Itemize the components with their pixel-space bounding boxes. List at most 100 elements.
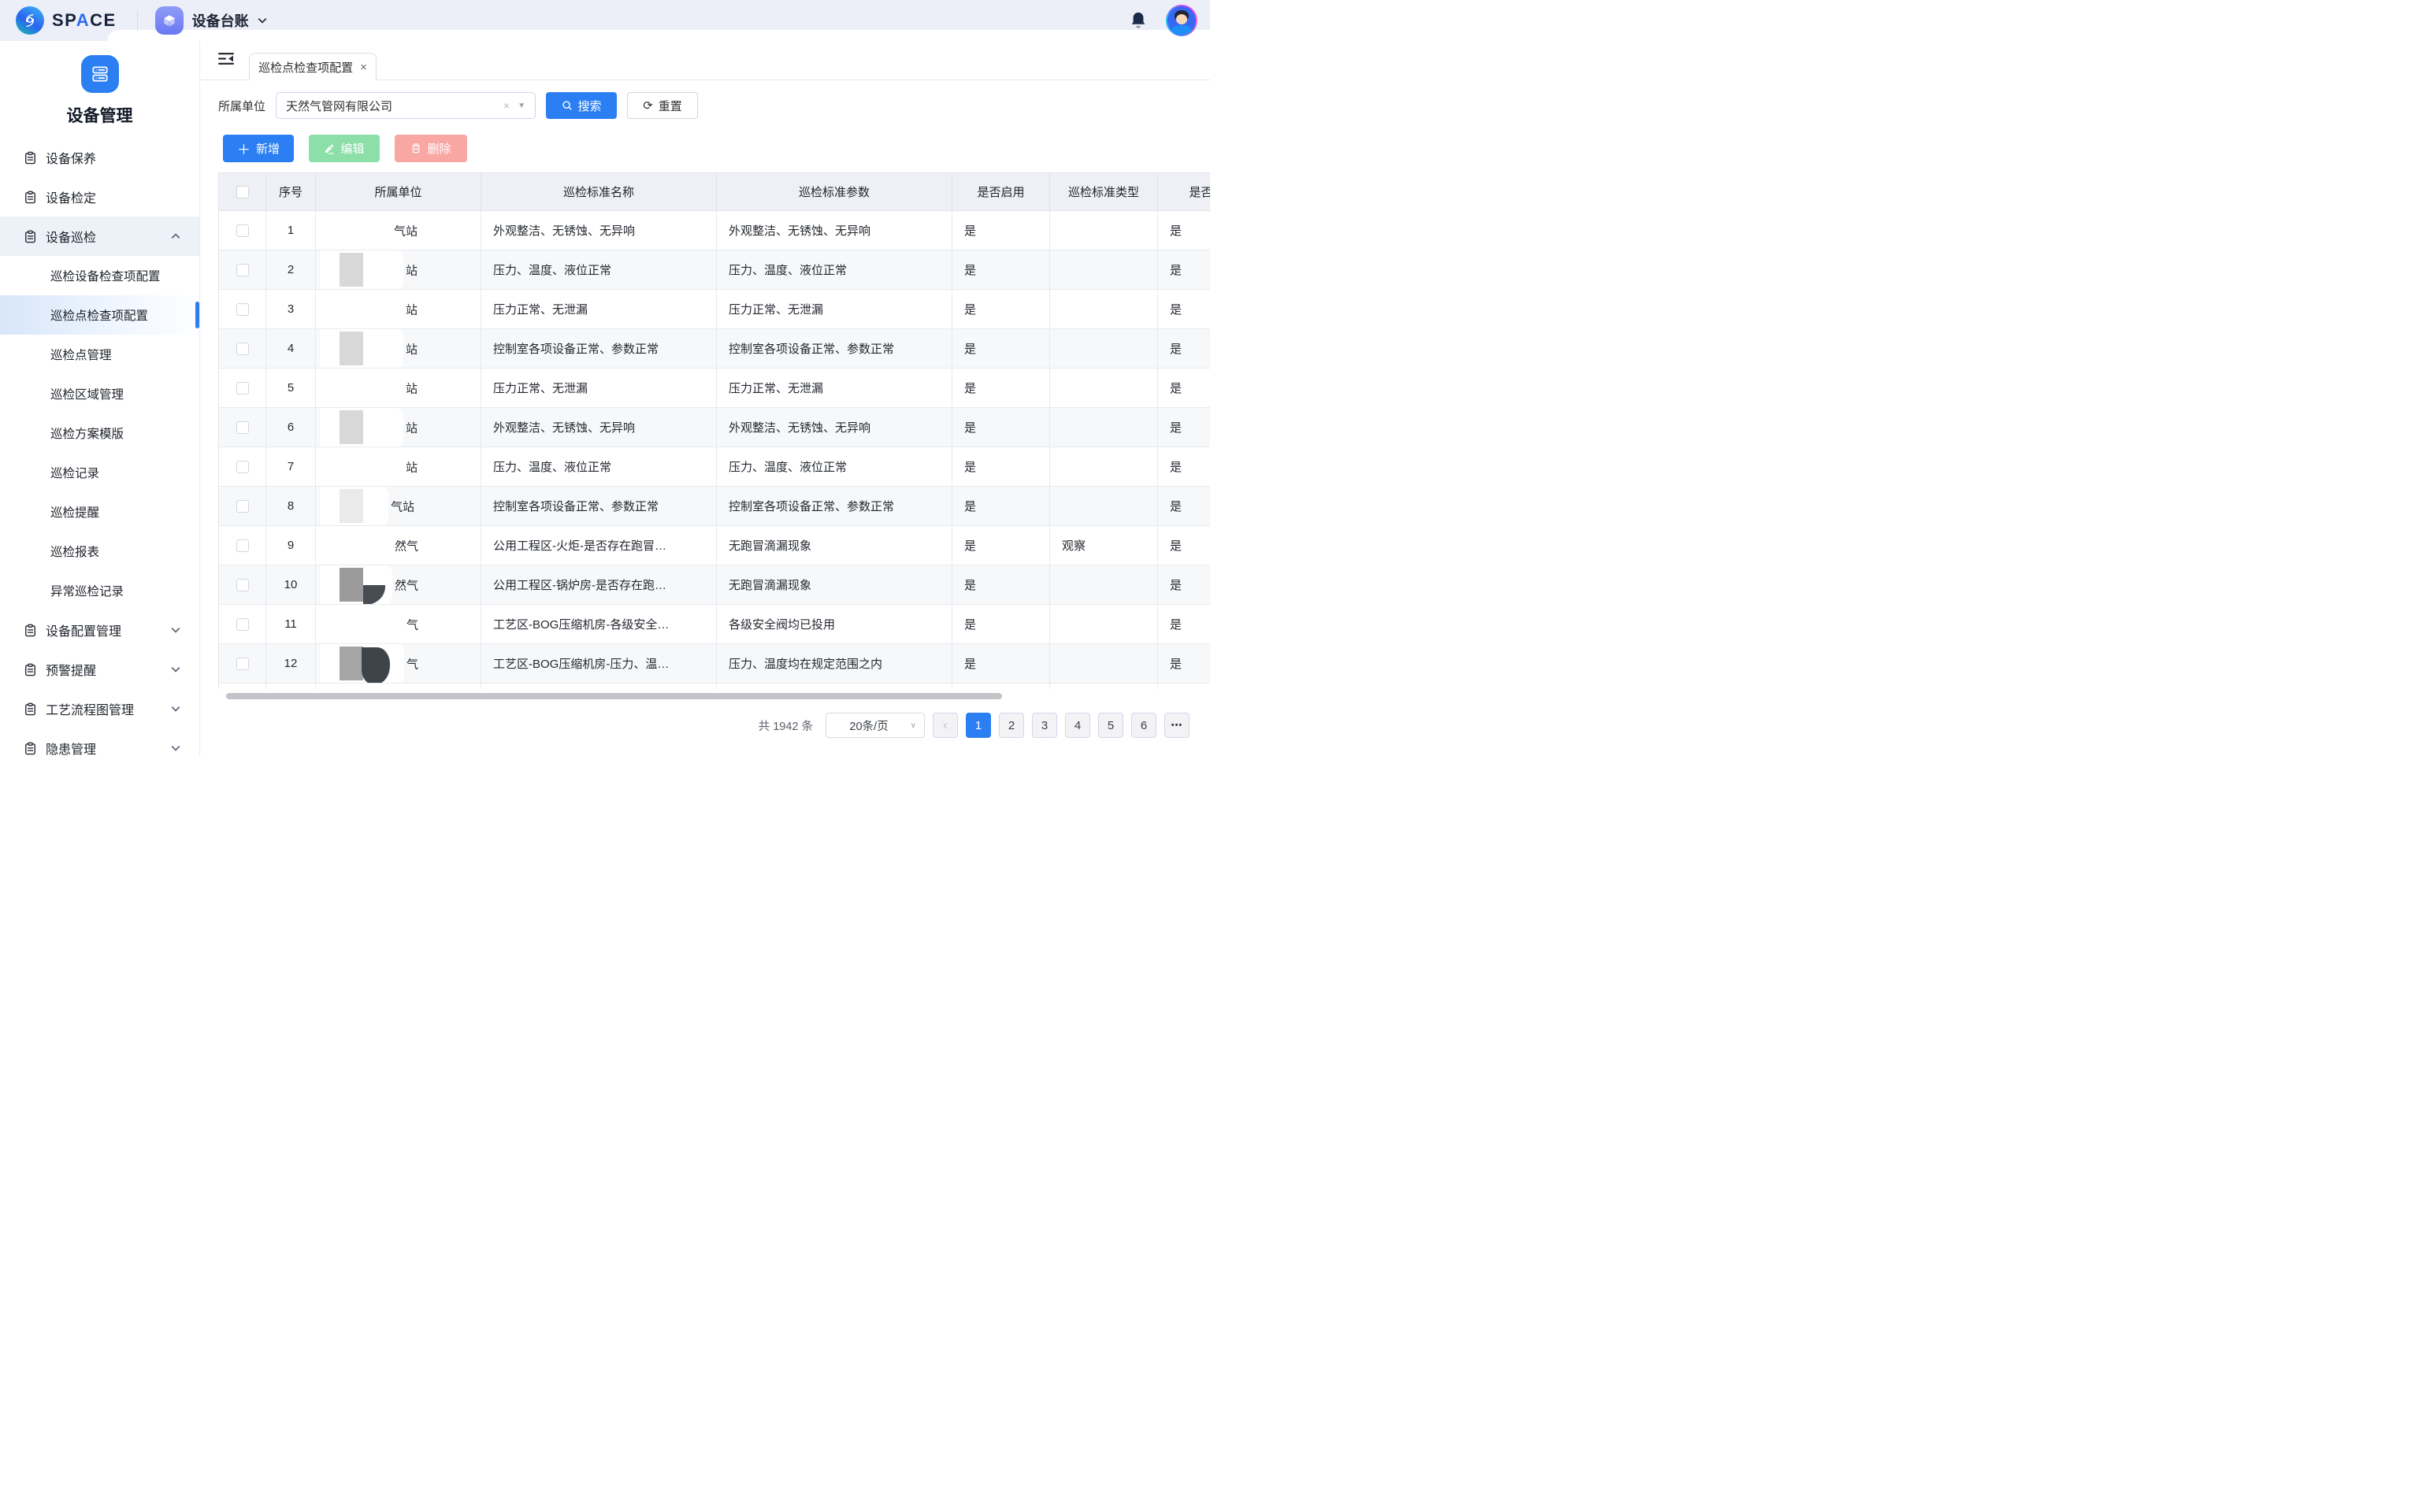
unit-text: 气 xyxy=(406,655,418,672)
search-button[interactable]: 搜索 xyxy=(546,92,617,119)
clipboard-icon xyxy=(24,191,37,204)
unit-filter-label: 所属单位 xyxy=(218,98,265,114)
cell-enabled: 是 xyxy=(952,329,1050,369)
clipboard-icon xyxy=(24,742,37,755)
cell-unit: 气站 xyxy=(316,211,481,250)
sidebar-item-工艺流程图管理[interactable]: 工艺流程图管理 xyxy=(0,689,199,728)
row-checkbox-cell xyxy=(219,408,266,447)
column-header: 序号 xyxy=(266,173,316,211)
cell-standard-param: 无跑冒滴漏现象 xyxy=(717,526,952,565)
row-checkbox[interactable] xyxy=(236,500,249,513)
sidebar-subitem-巡检设备检查项配置[interactable]: 巡检设备检查项配置 xyxy=(0,256,199,295)
tab-inspection-point-config[interactable]: 巡检点检查项配置 × xyxy=(249,53,377,80)
row-checkbox[interactable] xyxy=(236,224,249,237)
sidebar-subitem-巡检点管理[interactable]: 巡检点管理 xyxy=(0,335,199,374)
row-checkbox-cell xyxy=(219,487,266,526)
more-pages-button[interactable]: ••• xyxy=(1164,713,1190,738)
sidebar-item-label: 设备保养 xyxy=(46,148,96,167)
edit-button[interactable]: 编辑 xyxy=(309,135,380,162)
sidebar-item-设备保养[interactable]: 设备保养 xyxy=(0,138,199,177)
row-checkbox[interactable] xyxy=(236,303,249,316)
cell-standard-type: 观察 xyxy=(1050,526,1158,565)
sidebar-subitem-巡检方案模版[interactable]: 巡检方案模版 xyxy=(0,413,199,453)
cell-standard-param: 控制室各项设备正常、参数正常 xyxy=(717,487,952,526)
add-button[interactable]: ＋ 新增 xyxy=(223,135,294,162)
table-wrap: 序号所属单位巡检标准名称巡检标准参数是否启用巡检标准类型是否必填 1气站外观整洁… xyxy=(218,172,1210,700)
redaction-blob xyxy=(362,647,390,684)
select-caret-icon[interactable]: ▼ xyxy=(518,102,525,110)
delete-button[interactable]: 删除 xyxy=(395,135,467,162)
brand-text: SPACE xyxy=(52,10,117,31)
row-checkbox[interactable] xyxy=(236,618,249,631)
sidebar-item-设备配置管理[interactable]: 设备配置管理 xyxy=(0,610,199,650)
row-checkbox[interactable] xyxy=(236,579,249,591)
chevron-down-icon xyxy=(258,17,267,24)
sidebar-item-设备巡检[interactable]: 设备巡检 xyxy=(0,217,199,256)
row-checkbox[interactable] xyxy=(236,264,249,276)
unit-select[interactable]: 天然气管网有限公司 × ▼ xyxy=(276,92,536,119)
table-body: 1气站外观整洁、无锈蚀、无异响外观整洁、无锈蚀、无异响是是2站压力、温度、液位正… xyxy=(219,211,1210,684)
tab-close-icon[interactable]: × xyxy=(360,61,367,74)
table-header-row: 序号所属单位巡检标准名称巡检标准参数是否启用巡检标准类型是否必填 xyxy=(219,173,1210,211)
page-buttons: 123456 xyxy=(966,713,1156,738)
prev-page-button[interactable]: ‹ xyxy=(933,713,958,738)
sidebar-subitem-巡检提醒[interactable]: 巡检提醒 xyxy=(0,492,199,532)
cell-standard-param: 外观整洁、无锈蚀、无异响 xyxy=(717,408,952,447)
cell-standard-name: 压力、温度、液位正常 xyxy=(481,447,717,487)
sidebar-item-设备检定[interactable]: 设备检定 xyxy=(0,177,199,217)
sidebar-subitem-巡检记录[interactable]: 巡检记录 xyxy=(0,453,199,492)
cell-required: 是 xyxy=(1158,408,1210,447)
page-button-3[interactable]: 3 xyxy=(1032,713,1057,738)
unit-text: 站 xyxy=(406,419,418,435)
cell-required: 是 xyxy=(1158,369,1210,408)
cell-unit: 站 xyxy=(316,408,481,447)
notifications-bell-icon[interactable] xyxy=(1130,11,1147,30)
page-size-select[interactable]: 20条/页 ∨ xyxy=(826,713,925,738)
sidebar-item-预警提醒[interactable]: 预警提醒 xyxy=(0,650,199,689)
sidebar-subitem-巡检点检查项配置[interactable]: 巡检点检查项配置 xyxy=(0,295,199,335)
horizontal-scrollbar-thumb[interactable] xyxy=(226,693,1002,699)
row-checkbox[interactable] xyxy=(236,539,249,552)
cell-no: 12 xyxy=(266,644,316,684)
cell-unit: 气 xyxy=(316,605,481,644)
app-name: 设备台账 xyxy=(192,10,249,31)
cell-unit: 站 xyxy=(316,369,481,408)
sidebar-item-label: 设备巡检 xyxy=(46,227,96,246)
page-button-1[interactable]: 1 xyxy=(966,713,991,738)
page-button-2[interactable]: 2 xyxy=(999,713,1024,738)
select-caret-icon: ∨ xyxy=(911,721,916,730)
cell-standard-param: 控制室各项设备正常、参数正常 xyxy=(717,329,952,369)
row-checkbox[interactable] xyxy=(236,461,249,473)
sidebar-collapse-icon[interactable] xyxy=(217,52,235,69)
app-switcher[interactable]: 设备台账 xyxy=(155,6,267,35)
row-checkbox-cell xyxy=(219,250,266,290)
sidebar-item-隐患管理[interactable]: 隐患管理 xyxy=(0,728,199,756)
sidebar-item-label: 巡检点检查项配置 xyxy=(50,306,148,324)
sidebar-subitem-巡检区域管理[interactable]: 巡检区域管理 xyxy=(0,374,199,413)
row-checkbox[interactable] xyxy=(236,382,249,395)
space-logo-icon xyxy=(16,6,44,35)
cell-enabled: 是 xyxy=(952,408,1050,447)
cell-standard-param: 压力、温度、液位正常 xyxy=(717,250,952,290)
page-button-6[interactable]: 6 xyxy=(1131,713,1156,738)
user-avatar[interactable] xyxy=(1166,5,1197,36)
cell-standard-type xyxy=(1050,211,1158,250)
sidebar-subitem-异常巡检记录[interactable]: 异常巡检记录 xyxy=(0,571,199,610)
pencil-icon xyxy=(324,143,335,154)
select-all-checkbox[interactable] xyxy=(236,186,249,198)
page-button-4[interactable]: 4 xyxy=(1065,713,1090,738)
topbar-divider xyxy=(137,10,138,31)
column-header: 巡检标准名称 xyxy=(481,173,717,211)
row-checkbox[interactable] xyxy=(236,658,249,670)
sidebar-brand: 设备管理 xyxy=(0,41,199,127)
cell-required: 是 xyxy=(1158,487,1210,526)
row-checkbox[interactable] xyxy=(236,421,249,434)
reset-button[interactable]: ⟳ 重置 xyxy=(627,92,698,119)
cell-no: 8 xyxy=(266,487,316,526)
sidebar-item-label: 巡检设备检查项配置 xyxy=(50,267,161,284)
sidebar-subitem-巡检报表[interactable]: 巡检报表 xyxy=(0,532,199,571)
page-button-5[interactable]: 5 xyxy=(1098,713,1123,738)
row-checkbox[interactable] xyxy=(236,343,249,355)
clear-icon[interactable]: × xyxy=(503,99,510,112)
sidebar-item-label: 巡检点管理 xyxy=(50,346,112,363)
